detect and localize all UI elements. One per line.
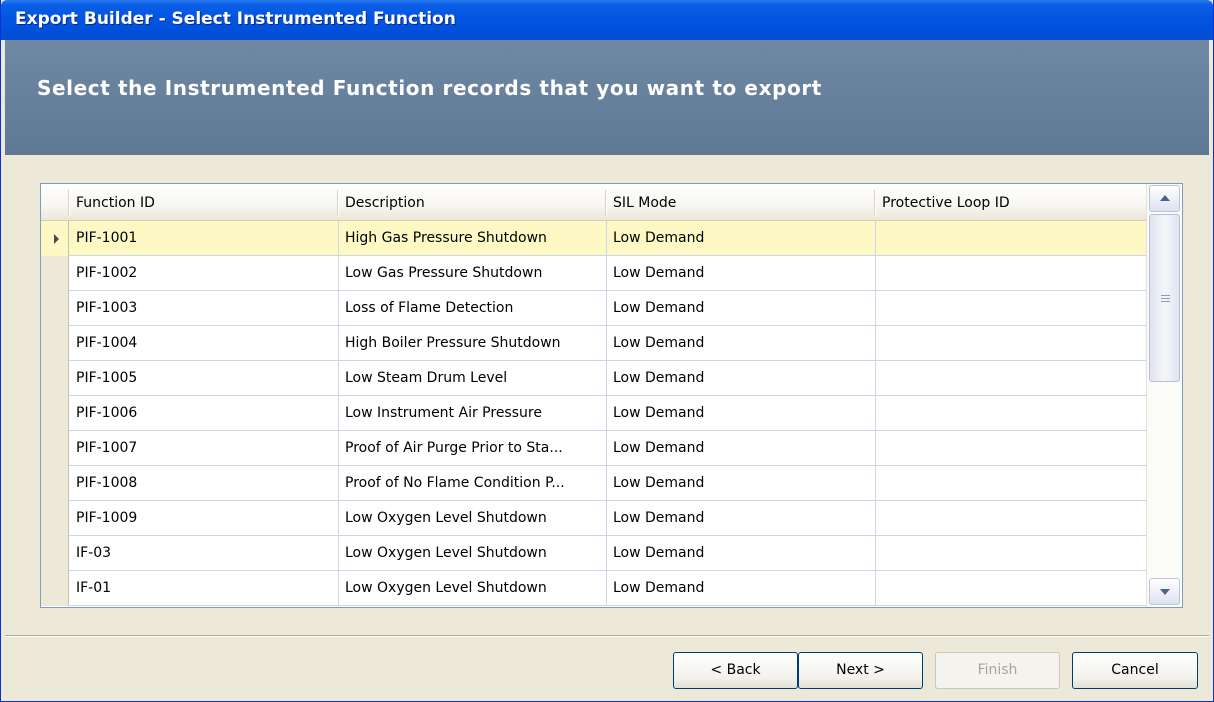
cell-sil-mode[interactable]: Low Demand bbox=[607, 361, 876, 396]
cell-sil-mode[interactable]: Low Demand bbox=[607, 326, 876, 361]
cell-description[interactable]: Low Oxygen Level Shutdown bbox=[339, 501, 607, 536]
cell-sil-mode[interactable]: Low Demand bbox=[607, 256, 876, 291]
cell-sil-mode[interactable]: Low Demand bbox=[607, 501, 876, 536]
row-indicator[interactable] bbox=[41, 291, 69, 326]
cell-protective-loop-id[interactable] bbox=[876, 256, 1146, 291]
column-header-sil-mode[interactable]: SIL Mode bbox=[607, 184, 876, 221]
cell-function-id[interactable]: PIF-1009 bbox=[70, 501, 339, 536]
table-row[interactable]: PIF-1004 High Boiler Pressure Shutdown L… bbox=[41, 326, 1146, 361]
cell-protective-loop-id[interactable] bbox=[876, 361, 1146, 396]
arrow-up-icon bbox=[1160, 195, 1170, 201]
cell-description[interactable]: High Boiler Pressure Shutdown bbox=[339, 326, 607, 361]
cell-function-id[interactable]: PIF-1005 bbox=[70, 361, 339, 396]
cell-protective-loop-id[interactable] bbox=[876, 291, 1146, 326]
row-indicator[interactable] bbox=[41, 326, 69, 361]
grip-icon bbox=[1161, 295, 1170, 302]
cell-sil-mode[interactable]: Low Demand bbox=[607, 466, 876, 501]
table-row[interactable]: PIF-1008 Proof of No Flame Condition P..… bbox=[41, 466, 1146, 501]
cell-function-id[interactable]: PIF-1003 bbox=[70, 291, 339, 326]
table-row[interactable]: PIF-1009 Low Oxygen Level Shutdown Low D… bbox=[41, 501, 1146, 536]
banner-heading: Select the Instrumented Function records… bbox=[37, 76, 822, 100]
table-row[interactable]: PIF-1003 Loss of Flame Detection Low Dem… bbox=[41, 291, 1146, 326]
cell-function-id[interactable]: PIF-1006 bbox=[70, 396, 339, 431]
cell-description[interactable]: High Gas Pressure Shutdown bbox=[339, 221, 607, 256]
cell-function-id[interactable]: PIF-1002 bbox=[70, 256, 339, 291]
export-builder-window: Export Builder - Select Instrumented Fun… bbox=[0, 0, 1214, 702]
cell-protective-loop-id[interactable] bbox=[876, 536, 1146, 571]
cell-protective-loop-id[interactable] bbox=[876, 501, 1146, 536]
row-indicator[interactable] bbox=[41, 571, 69, 606]
table-row[interactable]: PIF-1005 Low Steam Drum Level Low Demand bbox=[41, 361, 1146, 396]
cell-function-id[interactable]: IF-01 bbox=[70, 571, 339, 606]
cell-description[interactable]: Loss of Flame Detection bbox=[339, 291, 607, 326]
cell-protective-loop-id[interactable] bbox=[876, 396, 1146, 431]
column-header-function-id[interactable]: Function ID bbox=[70, 184, 339, 221]
window-title: Export Builder - Select Instrumented Fun… bbox=[15, 9, 456, 29]
cell-sil-mode[interactable]: Low Demand bbox=[607, 571, 876, 606]
scroll-up-button[interactable] bbox=[1149, 185, 1180, 212]
cell-description[interactable]: Low Gas Pressure Shutdown bbox=[339, 256, 607, 291]
cell-protective-loop-id[interactable] bbox=[876, 571, 1146, 606]
row-indicator[interactable] bbox=[41, 361, 69, 396]
cell-description[interactable]: Low Instrument Air Pressure bbox=[339, 396, 607, 431]
row-indicator[interactable] bbox=[41, 221, 69, 256]
row-indicator[interactable] bbox=[41, 396, 69, 431]
row-indicator[interactable] bbox=[41, 256, 69, 291]
cell-protective-loop-id[interactable] bbox=[876, 221, 1146, 256]
column-header-protective-loop-id[interactable]: Protective Loop ID bbox=[876, 184, 1146, 221]
grid-rows: PIF-1001 High Gas Pressure Shutdown Low … bbox=[41, 221, 1146, 608]
grid-header: Function ID Description SIL Mode Protect… bbox=[41, 184, 1146, 221]
table-row[interactable]: PIF-1001 High Gas Pressure Shutdown Low … bbox=[41, 221, 1146, 256]
records-grid: Function ID Description SIL Mode Protect… bbox=[40, 183, 1183, 608]
cell-description[interactable]: Proof of No Flame Condition P... bbox=[339, 466, 607, 501]
row-indicator[interactable] bbox=[41, 536, 69, 571]
cell-sil-mode[interactable]: Low Demand bbox=[607, 291, 876, 326]
table-row[interactable]: PIF-1006 Low Instrument Air Pressure Low… bbox=[41, 396, 1146, 431]
arrow-down-icon bbox=[1160, 589, 1170, 595]
row-indicator[interactable] bbox=[41, 431, 69, 466]
cell-sil-mode[interactable]: Low Demand bbox=[607, 396, 876, 431]
scrollbar-thumb[interactable] bbox=[1149, 214, 1180, 382]
back-button[interactable]: < Back bbox=[673, 652, 798, 689]
vertical-scrollbar[interactable] bbox=[1146, 184, 1182, 607]
column-header-description[interactable]: Description bbox=[339, 184, 607, 221]
cell-function-id[interactable]: PIF-1004 bbox=[70, 326, 339, 361]
cell-sil-mode[interactable]: Low Demand bbox=[607, 221, 876, 256]
row-indicator[interactable] bbox=[41, 466, 69, 501]
cell-function-id[interactable]: PIF-1007 bbox=[70, 431, 339, 466]
row-indicator-header bbox=[41, 184, 70, 221]
cell-description[interactable]: Proof of Air Purge Prior to Sta... bbox=[339, 431, 607, 466]
header-banner: Select the Instrumented Function records… bbox=[5, 40, 1209, 155]
cell-description[interactable]: Low Oxygen Level Shutdown bbox=[339, 536, 607, 571]
cell-sil-mode[interactable]: Low Demand bbox=[607, 431, 876, 466]
cell-function-id[interactable]: IF-03 bbox=[70, 536, 339, 571]
title-bar[interactable]: Export Builder - Select Instrumented Fun… bbox=[1, 0, 1213, 40]
row-indicator[interactable] bbox=[41, 501, 69, 536]
table-row[interactable]: PIF-1007 Proof of Air Purge Prior to Sta… bbox=[41, 431, 1146, 466]
table-row[interactable]: IF-03 Low Oxygen Level Shutdown Low Dema… bbox=[41, 536, 1146, 571]
table-row[interactable]: PIF-1002 Low Gas Pressure Shutdown Low D… bbox=[41, 256, 1146, 291]
scroll-down-button[interactable] bbox=[1149, 578, 1180, 605]
cell-function-id[interactable]: PIF-1008 bbox=[70, 466, 339, 501]
cell-description[interactable]: Low Oxygen Level Shutdown bbox=[339, 571, 607, 606]
next-button[interactable]: Next > bbox=[798, 652, 923, 689]
cell-protective-loop-id[interactable] bbox=[876, 326, 1146, 361]
table-row[interactable]: IF-01 Low Oxygen Level Shutdown Low Dema… bbox=[41, 571, 1146, 606]
finish-button[interactable]: Finish bbox=[935, 652, 1060, 689]
current-row-arrow-icon bbox=[54, 234, 59, 244]
cell-protective-loop-id[interactable] bbox=[876, 466, 1146, 501]
cancel-button[interactable]: Cancel bbox=[1072, 652, 1198, 689]
cell-description[interactable]: Low Steam Drum Level bbox=[339, 361, 607, 396]
cell-function-id[interactable]: PIF-1001 bbox=[70, 221, 339, 256]
cell-sil-mode[interactable]: Low Demand bbox=[607, 536, 876, 571]
cell-protective-loop-id[interactable] bbox=[876, 431, 1146, 466]
